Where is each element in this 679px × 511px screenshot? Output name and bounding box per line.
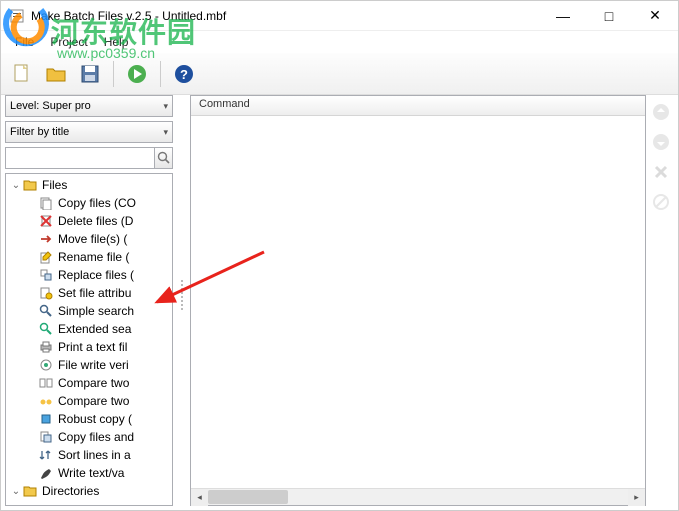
tree-item[interactable]: Write text/va xyxy=(8,464,172,482)
window-title: Make Batch Files v.2.5 - Untitled.mbf xyxy=(31,9,540,23)
svg-text:?: ? xyxy=(180,67,188,82)
toolbar-separator-2 xyxy=(160,61,161,87)
level-combo[interactable]: Level: Super pro ▾ xyxy=(5,95,173,117)
robust-icon xyxy=(38,411,54,427)
compare2-icon xyxy=(38,393,54,409)
search-input[interactable] xyxy=(5,147,155,169)
verify-icon xyxy=(38,357,54,373)
tree-item[interactable]: Robust copy ( xyxy=(8,410,172,428)
tree-item[interactable]: Replace files ( xyxy=(8,266,172,284)
title-bar: Make Batch Files v.2.5 - Untitled.mbf — … xyxy=(1,1,678,31)
horizontal-scrollbar[interactable]: ◂ ▸ xyxy=(191,488,645,505)
menu-project[interactable]: Project xyxy=(44,33,93,51)
tree-item[interactable]: Copy files (CO xyxy=(8,194,172,212)
maximize-button[interactable]: □ xyxy=(586,1,632,31)
move-up-button[interactable] xyxy=(650,101,672,123)
collapse-icon[interactable]: ⌄ xyxy=(10,486,22,497)
chevron-down-icon: ▾ xyxy=(163,127,168,138)
delete-icon xyxy=(38,213,54,229)
chevron-down-icon: ▾ xyxy=(163,101,168,112)
write-icon xyxy=(38,465,54,481)
command-list-panel: Command ◂ ▸ xyxy=(190,95,646,506)
search-button[interactable] xyxy=(155,147,173,169)
search-icon xyxy=(38,303,54,319)
tree-item[interactable]: Extended sea xyxy=(8,320,172,338)
minimize-button[interactable]: — xyxy=(540,1,586,31)
tree-item[interactable]: Set file attribu xyxy=(8,284,172,302)
level-label: Level: Super pro xyxy=(10,100,91,112)
tree-item[interactable]: Delete files (D xyxy=(8,212,172,230)
collapse-icon[interactable]: ⌄ xyxy=(10,180,22,191)
sort-icon xyxy=(38,447,54,463)
toolbar: ? xyxy=(1,53,678,95)
filter-label: Filter by title xyxy=(10,126,69,138)
tree-item[interactable]: File write veri xyxy=(8,356,172,374)
move-down-button[interactable] xyxy=(650,131,672,153)
compare-icon xyxy=(38,375,54,391)
attribute-icon xyxy=(38,285,54,301)
tree-item[interactable]: Print a text fil xyxy=(8,338,172,356)
tree-item[interactable]: Compare two xyxy=(8,374,172,392)
splitter[interactable] xyxy=(179,95,184,506)
command-list-body[interactable] xyxy=(191,116,645,488)
folder-icon xyxy=(22,483,38,499)
copy-icon xyxy=(38,195,54,211)
help-button[interactable]: ? xyxy=(169,59,199,89)
run-button[interactable] xyxy=(122,59,152,89)
search-ext-icon xyxy=(38,321,54,337)
menu-bar: File Project Help xyxy=(1,31,678,53)
delete-item-button[interactable] xyxy=(650,161,672,183)
tree-item[interactable]: Simple search xyxy=(8,302,172,320)
print-icon xyxy=(38,339,54,355)
tree-item[interactable]: Compare two xyxy=(8,392,172,410)
scroll-thumb[interactable] xyxy=(208,490,288,504)
toolbar-separator xyxy=(113,61,114,87)
command-tree[interactable]: ⌄ Files Copy files (CO Delete files (D M… xyxy=(5,173,173,506)
save-button[interactable] xyxy=(75,59,105,89)
move-icon xyxy=(38,231,54,247)
menu-file[interactable]: File xyxy=(9,33,40,51)
tree-node-files[interactable]: ⌄ Files xyxy=(8,176,172,194)
tree-item[interactable]: Rename file ( xyxy=(8,248,172,266)
menu-help[interactable]: Help xyxy=(98,33,135,51)
tree-item[interactable]: Move file(s) ( xyxy=(8,230,172,248)
app-icon xyxy=(9,8,25,24)
tree-item[interactable]: Sort lines in a xyxy=(8,446,172,464)
column-header-command[interactable]: Command xyxy=(191,96,645,116)
left-panel: Level: Super pro ▾ Filter by title ▾ ⌄ F… xyxy=(5,95,173,506)
tree-item[interactable]: Copy files and xyxy=(8,428,172,446)
rename-icon xyxy=(38,249,54,265)
scroll-left-arrow[interactable]: ◂ xyxy=(191,489,208,506)
magnifier-icon xyxy=(157,151,171,165)
copy-and-icon xyxy=(38,429,54,445)
disable-item-button[interactable] xyxy=(650,191,672,213)
folder-icon xyxy=(22,177,38,193)
tree-node-directories[interactable]: ⌄ Directories xyxy=(8,482,172,500)
new-file-button[interactable] xyxy=(7,59,37,89)
close-button[interactable]: ✕ xyxy=(632,1,678,31)
open-button[interactable] xyxy=(41,59,71,89)
right-action-bar xyxy=(648,95,674,213)
scroll-right-arrow[interactable]: ▸ xyxy=(628,489,645,506)
filter-combo[interactable]: Filter by title ▾ xyxy=(5,121,173,143)
replace-icon xyxy=(38,267,54,283)
